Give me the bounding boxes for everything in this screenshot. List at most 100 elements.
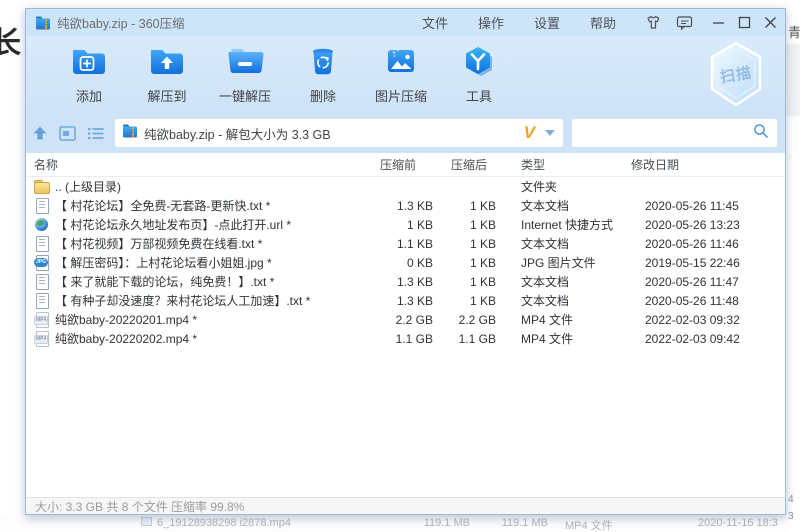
menu-operation[interactable]: 操作 [478,13,504,32]
360zip-window: 纯欲baby.zip - 360压缩 文件 操作 设置 帮助 [25,8,786,515]
scan-badge-label: 扫描 [719,61,754,87]
file-name: 【 解压密码】：上村花论坛看小姐姐.jpg * [55,254,272,271]
background-window-right-strip: 青 4 3 [786,0,800,532]
skin-shirt-icon[interactable] [642,14,661,31]
file-row[interactable]: 纯欲baby-20220202.mp4 * 1.1 GB 1.1 GB MP4 … [26,329,785,348]
file-type-icon [34,274,49,289]
zip-archive-icon-small [122,123,138,144]
file-type-icon [34,293,49,308]
file-size-after: 1 KB [433,256,496,270]
minimize-button[interactable] [712,16,725,29]
menu-file[interactable]: 文件 [422,13,448,32]
background-right-text-fragment: 青 [788,22,800,41]
file-row[interactable]: .. (上级目录) 文件夹 [26,177,785,196]
maximize-button[interactable] [738,16,751,29]
file-type: Internet 快捷方式 [496,216,621,233]
address-dropdown-caret-icon[interactable] [545,130,555,136]
address-bar[interactable]: 纯欲baby.zip - 解包大小为 3.3 GB V [115,119,563,147]
image-compress-button[interactable]: 图片压缩 [368,44,434,105]
file-type-icon [34,255,49,270]
file-size-before: 2.2 GB [368,313,433,327]
file-list: .. (上级目录) 文件夹 【 村花论坛】全免费-无套路-更新快.txt * 1… [26,177,785,348]
background-file-icon [141,517,152,526]
file-size-before: 1.1 GB [368,332,433,346]
address-text: 纯欲baby.zip - 解包大小为 3.3 GB [144,124,524,143]
file-type-icon [34,331,49,346]
file-date: 2020-05-26 11:45 [621,199,785,213]
file-type: MP4 文件 [496,330,621,347]
file-type: 文本文档 [496,197,621,214]
file-row[interactable]: 【 村花论坛】全免费-无套路-更新快.txt * 1.3 KB 1 KB 文本文… [26,196,785,215]
column-header-size-after[interactable]: 压缩后 [433,156,496,173]
file-date: 2020-05-26 11:46 [621,237,785,251]
delete-button[interactable]: 删除 [290,44,356,105]
status-bar: 大小: 3.3 GB 共 8 个文件 压缩率 99.8% [26,497,785,514]
feedback-icon[interactable] [675,14,694,31]
file-date: 2022-02-03 09:42 [621,332,785,346]
column-header-type[interactable]: 类型 [496,156,621,173]
menu-help[interactable]: 帮助 [590,13,616,32]
file-row[interactable]: 纯欲baby-20220201.mp4 * 2.2 GB 2.2 GB MP4 … [26,310,785,329]
file-name: 纯欲baby-20220202.mp4 * [55,330,197,347]
file-size-before: 1 KB [368,218,433,232]
background-right-gray-block [786,44,800,116]
file-row[interactable]: 【 村花论坛永久地址发布页】-点此打开.url * 1 KB 1 KB Inte… [26,215,785,234]
background-file-name: 6_19128938298 i2878.mp4 [157,517,291,529]
preview-pane-icon[interactable] [59,126,76,141]
column-header-size-before[interactable]: 压缩前 [368,156,433,173]
file-date: 2019-05-15 22:46 [621,256,785,270]
background-right-number-top: 4 [788,494,794,505]
search-icon[interactable] [753,123,769,144]
file-name: 【 村花论坛永久地址发布页】-点此打开.url * [55,216,291,233]
add-button[interactable]: 添加 [56,44,122,105]
background-right-number-bottom: 3 [788,511,794,522]
file-name: 纯欲baby-20220201.mp4 * [55,311,197,328]
tools-label: 工具 [466,86,492,105]
extract-to-button[interactable]: 解压到 [134,44,200,105]
background-file-type: MP4 文件 [565,517,613,532]
navigation-bar: 纯欲baby.zip - 解包大小为 3.3 GB V [26,113,785,153]
add-label: 添加 [76,86,102,105]
file-date: 2020-05-26 11:48 [621,294,785,308]
column-header-date[interactable]: 修改日期 [621,156,785,173]
menubar: 文件 操作 设置 帮助 [422,13,616,32]
close-button[interactable] [764,16,777,29]
file-date: 2022-02-03 09:32 [621,313,785,327]
list-view-icon[interactable] [87,126,104,141]
file-type-icon [34,198,49,213]
file-type: 文本文档 [496,292,621,309]
file-name: 【 有种子却没速度？来村花论坛人工加速】.txt * [55,292,310,309]
one-click-extract-label: 一键解压 [219,86,271,105]
file-row[interactable]: 【 来了就能下载的论坛，纯免费！】.txt * 1.3 KB 1 KB 文本文档… [26,272,785,291]
scan-badge-button[interactable]: 扫描 [709,42,763,106]
one-click-extract-button[interactable]: 一键解压 [212,44,278,105]
window-title: 纯欲baby.zip - 360压缩 [57,13,185,32]
file-type: MP4 文件 [496,311,621,328]
column-headers: 名称 压缩前 压缩后 类型 修改日期 [26,153,785,177]
file-row[interactable]: 【 解压密码】：上村花论坛看小姐姐.jpg * 0 KB 1 KB JPG 图片… [26,253,785,272]
one-click-extract-icon [226,44,264,82]
file-date: 2020-05-26 13:23 [621,218,785,232]
file-size-after: 1 KB [433,218,496,232]
file-size-after: 1.1 GB [433,332,496,346]
file-size-after: 1 KB [433,237,496,251]
background-window-bottom-strip: 6_19128938298 i2878.mp4 119.1 MB 119.1 M… [0,515,800,532]
tools-button[interactable]: 工具 [446,44,512,105]
file-type-icon [34,312,49,327]
file-size-before: 1.3 KB [368,275,433,289]
search-input[interactable] [580,126,753,140]
column-header-name[interactable]: 名称 [26,156,368,173]
tools-hexagon-icon [460,44,498,82]
delete-label: 删除 [310,86,336,105]
file-row[interactable]: 【 村花视频】万部视频免费在线看.txt * 1.1 KB 1 KB 文本文档 … [26,234,785,253]
v-logo: V [524,123,535,143]
up-directory-icon[interactable] [32,125,48,141]
file-size-after: 2.2 GB [433,313,496,327]
file-type-icon [34,179,49,194]
add-folder-icon [70,44,108,82]
extract-to-label: 解压到 [147,86,186,105]
file-size-before: 1.3 KB [368,199,433,213]
menu-settings[interactable]: 设置 [534,13,560,32]
file-type: 文件夹 [496,178,621,195]
file-row[interactable]: 【 有种子却没速度？来村花论坛人工加速】.txt * 1.3 KB 1 KB 文… [26,291,785,310]
